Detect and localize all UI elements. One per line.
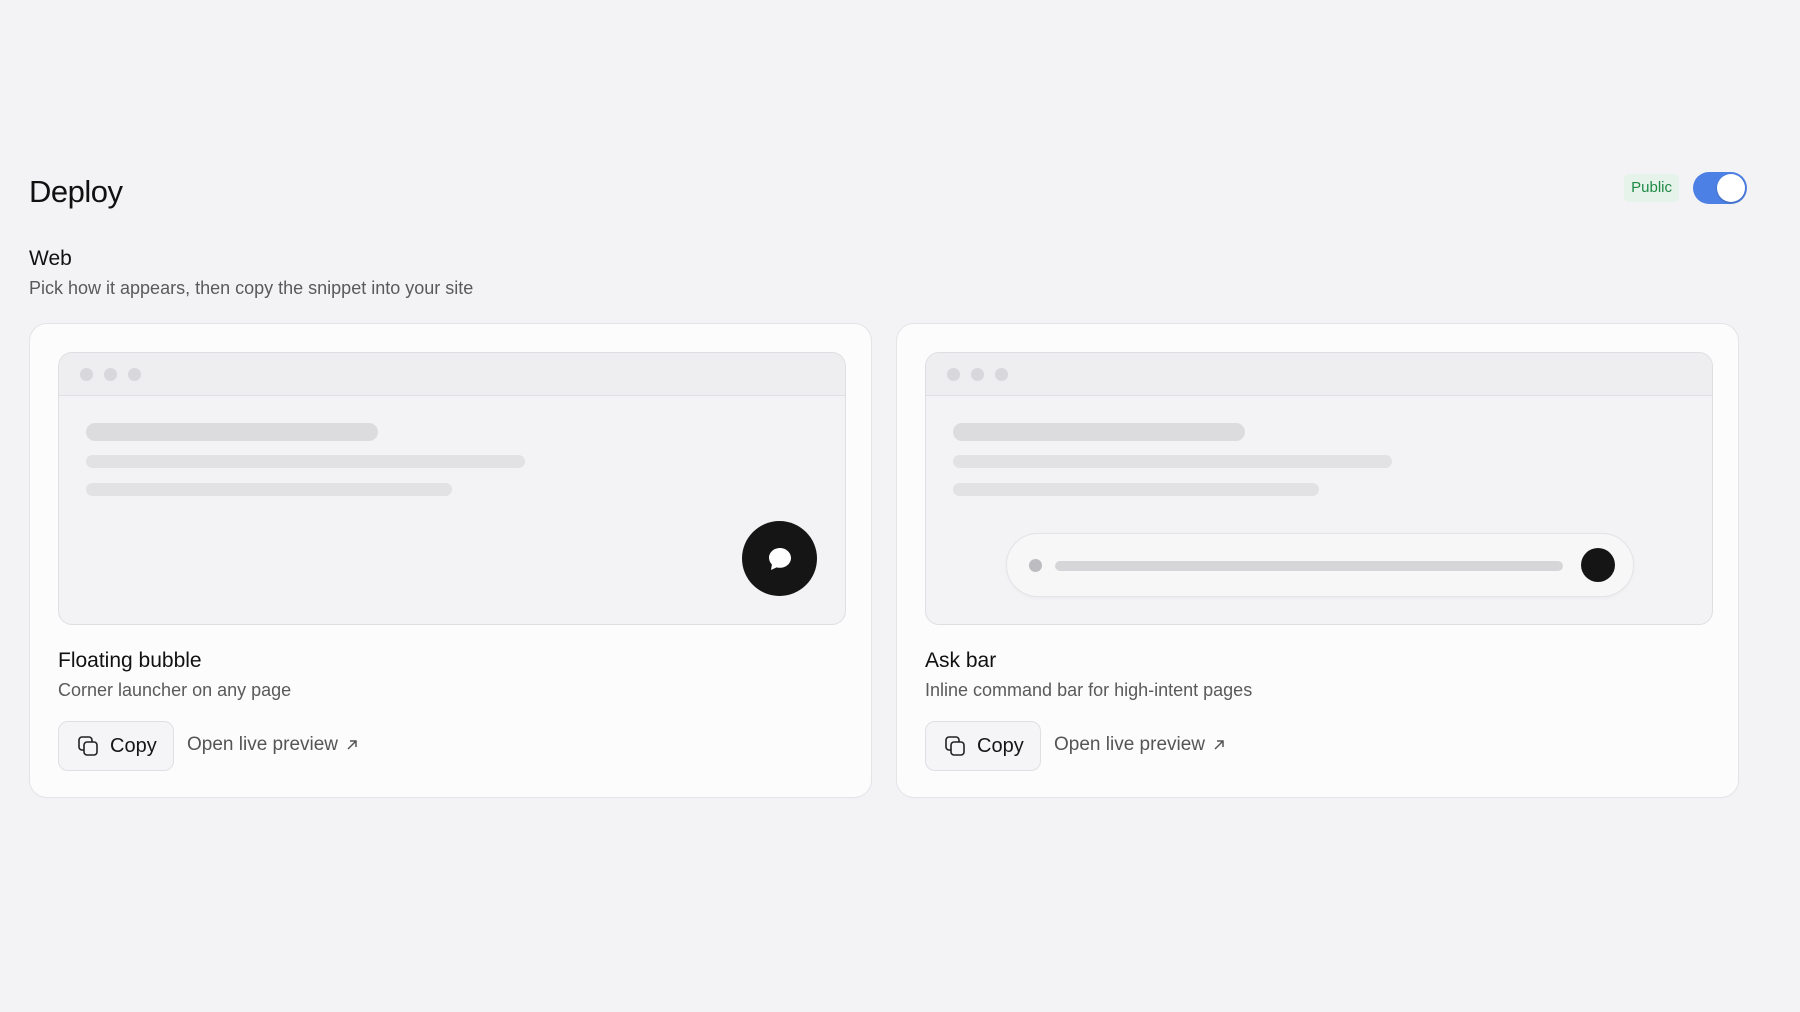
card-floating-bubble[interactable]: Floating bubble Corner launcher on any p…	[29, 323, 872, 798]
skeleton-line	[953, 455, 1392, 468]
copy-icon	[76, 734, 100, 758]
section-title: Web	[29, 247, 72, 270]
copy-icon	[943, 734, 967, 758]
card-description: Corner launcher on any page	[58, 680, 292, 700]
public-badge: Public	[1624, 174, 1679, 202]
external-arrow-icon	[1212, 738, 1226, 752]
card-title: Ask bar	[925, 649, 997, 672]
ask-bar-preview	[925, 352, 1713, 625]
ask-bar-mock	[1006, 533, 1634, 597]
ask-bar-dot	[1029, 559, 1042, 572]
external-arrow-icon	[345, 738, 359, 752]
page-title: Deploy	[29, 174, 123, 209]
section-subtitle: Pick how it appears, then copy the snipp…	[29, 278, 474, 298]
window-dot	[128, 367, 141, 381]
chat-bubble-icon	[768, 547, 791, 570]
ask-bar-input-placeholder	[1055, 561, 1563, 571]
floating-bubble-preview	[58, 352, 846, 625]
window-dot	[80, 367, 93, 381]
browser-chrome	[926, 353, 1712, 396]
skeleton-line	[953, 483, 1319, 496]
card-title: Floating bubble	[58, 649, 202, 672]
card-description: Inline command bar for high-intent pages	[925, 680, 1253, 700]
window-dot	[947, 367, 960, 381]
preview-link-label: Open live preview	[187, 734, 339, 755]
ask-bar-send-icon	[1581, 548, 1615, 582]
public-toggle[interactable]	[1693, 172, 1747, 204]
chat-launcher	[742, 521, 817, 596]
copy-button[interactable]: Copy	[58, 721, 174, 771]
browser-chrome	[59, 353, 845, 396]
visibility-controls: Public	[1624, 172, 1747, 204]
card-ask-bar[interactable]: Ask bar Inline command bar for high-inte…	[896, 323, 1739, 798]
copy-label: Copy	[110, 734, 157, 757]
window-dot	[971, 367, 984, 381]
toggle-knob[interactable]	[1717, 174, 1745, 202]
copy-label: Copy	[977, 734, 1024, 757]
open-live-preview-link[interactable]: Open live preview	[187, 734, 359, 756]
skeleton-line	[86, 483, 452, 496]
window-dot	[995, 367, 1008, 381]
open-live-preview-link[interactable]: Open live preview	[1054, 734, 1226, 756]
preview-link-label: Open live preview	[1054, 734, 1206, 755]
window-dot	[104, 367, 117, 381]
copy-button[interactable]: Copy	[925, 721, 1041, 771]
skeleton-line	[86, 423, 378, 441]
skeleton-line	[86, 455, 525, 468]
skeleton-line	[953, 423, 1245, 441]
